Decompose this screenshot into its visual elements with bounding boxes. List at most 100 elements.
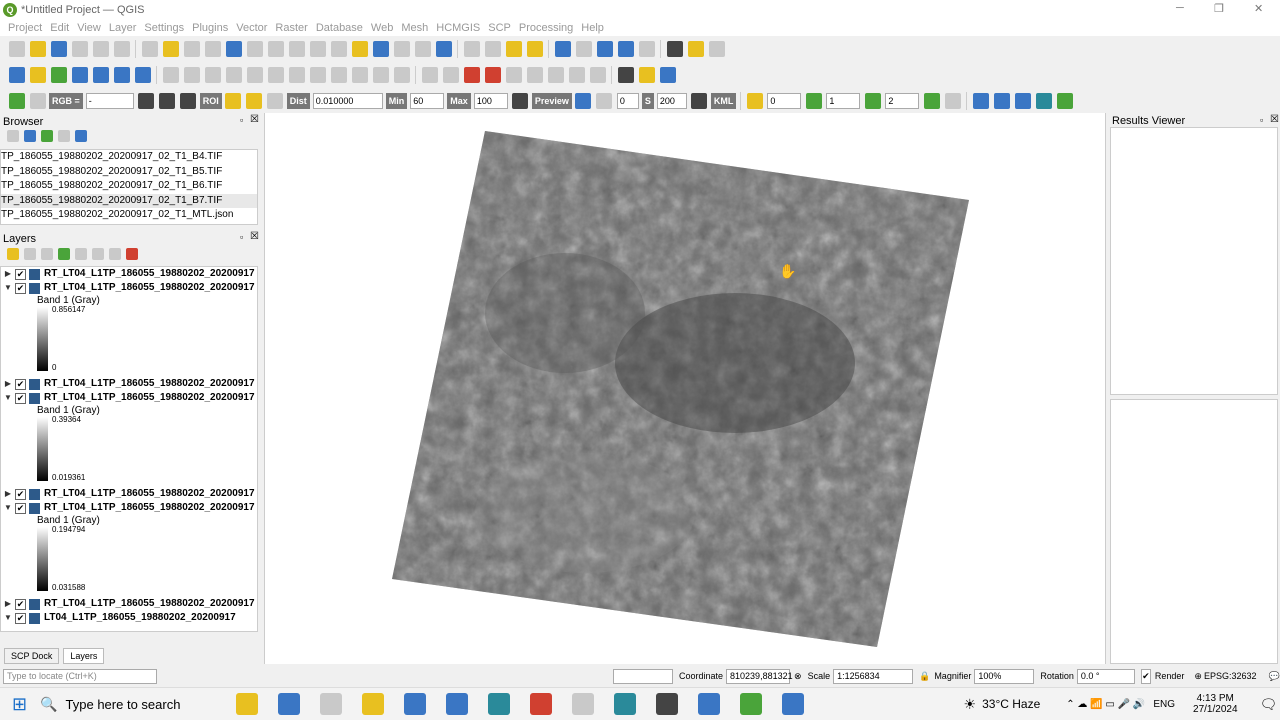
collapse-arrow-icon[interactable]: ▼ [1, 281, 15, 295]
browser-refresh-icon[interactable] [23, 130, 36, 142]
new-print-layout-icon[interactable] [71, 41, 88, 57]
menu-processing[interactable]: Processing [519, 22, 573, 34]
select-by-value-icon[interactable] [484, 41, 501, 57]
list-icon[interactable] [944, 93, 961, 109]
label-abc-icon[interactable] [484, 67, 501, 83]
collapse-arrow-icon[interactable]: ▼ [1, 391, 15, 405]
chrome-icon[interactable] [529, 693, 552, 715]
add-raster-icon[interactable] [92, 67, 109, 83]
table-icon[interactable] [746, 93, 763, 109]
toggle-editing-icon[interactable] [183, 67, 200, 83]
zoom-next-icon[interactable] [330, 41, 347, 57]
expand-arrow-icon[interactable]: ▶ [1, 487, 15, 501]
local-stretch-icon[interactable] [159, 93, 176, 109]
scp-zoom-input-icon[interactable] [29, 93, 46, 109]
globe-icon[interactable] [617, 67, 634, 83]
close-icon[interactable]: ✕ [1254, 2, 1263, 15]
menu-database[interactable]: Database [316, 22, 363, 34]
locate-input[interactable]: Type to locate (Ctrl+K) [3, 668, 157, 684]
minimize-icon[interactable]: ─ [1176, 2, 1184, 14]
collapse-arrow-icon[interactable]: ▼ [1, 501, 15, 515]
undo-icon[interactable] [372, 67, 389, 83]
menu-settings[interactable]: Settings [144, 22, 184, 34]
map-tips-icon[interactable] [687, 41, 704, 57]
next-band3-icon[interactable] [923, 93, 940, 109]
task-view-widget-icon[interactable] [235, 693, 258, 715]
roi-label[interactable]: ROI [199, 93, 222, 109]
digitize-icon[interactable] [225, 67, 242, 83]
mail-icon[interactable] [445, 693, 468, 715]
add-group-icon[interactable] [23, 248, 36, 260]
close-panel-icon[interactable]: ☒ [1270, 114, 1279, 125]
layer-checkbox[interactable]: ✔ [15, 392, 26, 404]
paste-features-icon[interactable] [351, 67, 368, 83]
temporal-controller-icon[interactable] [414, 41, 431, 57]
system-tray-icons[interactable]: ⌃ ☁ 📶 ▭ 🎤 🔊 [1066, 699, 1145, 710]
extent-icon[interactable]: ⊗ [794, 671, 802, 682]
label-show-icon[interactable] [568, 67, 585, 83]
redo-preview-icon[interactable] [596, 93, 613, 109]
scp-home-icon[interactable] [8, 93, 25, 109]
menu-web[interactable]: Web [371, 22, 393, 34]
new-map-view-icon[interactable] [351, 41, 368, 57]
layer-checkbox[interactable]: ✔ [15, 598, 26, 610]
qgis2-taskbar-icon[interactable] [739, 693, 762, 715]
grid-export-icon[interactable] [1035, 93, 1052, 109]
collapse-all-icon[interactable] [57, 130, 70, 142]
label-rotate-icon[interactable] [526, 67, 543, 83]
help-icon[interactable] [659, 67, 676, 83]
auto-roi-icon[interactable] [246, 93, 263, 109]
roi-cursor-icon[interactable] [267, 93, 284, 109]
html-export-icon[interactable] [1014, 93, 1031, 109]
add-selected-icon[interactable] [6, 130, 19, 142]
browser-item[interactable]: TP_186055_19880202_20200917_02_T1_MTL.js… [1, 208, 257, 223]
menu-raster[interactable]: Raster [275, 22, 307, 34]
manual-roi-icon[interactable] [225, 93, 242, 109]
layer-checkbox[interactable]: ✔ [15, 502, 26, 514]
cut-features-icon[interactable] [309, 67, 326, 83]
menu-scp[interactable]: SCP [488, 22, 511, 34]
s-input[interactable]: 200 [656, 93, 687, 109]
task-view-icon[interactable] [319, 693, 342, 715]
layer-checkbox[interactable]: ✔ [15, 268, 26, 280]
menu-plugins[interactable]: Plugins [192, 22, 228, 34]
remove-layer-icon[interactable] [125, 248, 138, 260]
float-panel-icon[interactable]: ▫ [1260, 115, 1263, 125]
map-canvas[interactable]: ✋ [264, 113, 1106, 664]
menu-layer[interactable]: Layer [109, 22, 137, 34]
layer-row[interactable]: ▼ ✔ LT04_L1TP_186055_19880202_20200917 [1, 611, 257, 625]
layer-row[interactable]: ▶ ✔ RT_LT04_L1TP_186055_19880202_20200917 [1, 487, 257, 501]
zoom-roi-icon[interactable] [180, 93, 197, 109]
zoom-native-icon[interactable] [288, 41, 305, 57]
pan-icon[interactable] [141, 41, 158, 57]
float-panel-icon[interactable]: ▫ [240, 232, 243, 242]
styling-icon[interactable] [6, 248, 19, 260]
min-input[interactable]: 60 [410, 93, 445, 109]
filter-icon[interactable] [40, 130, 53, 142]
layer-row[interactable]: ▼ ✔ RT_LT04_L1TP_186055_19880202_20200917 [1, 391, 257, 405]
kml-label[interactable]: KML [710, 93, 737, 109]
menu-vector[interactable]: Vector [236, 22, 267, 34]
browser-item[interactable]: TP_186055_19880202_20200917_02_T1_B4.TIF [1, 150, 257, 165]
zoom-selection-icon[interactable] [246, 41, 263, 57]
snipping-tool-icon[interactable] [571, 693, 594, 715]
layer-checkbox[interactable]: ✔ [15, 282, 26, 294]
zoom-in-icon[interactable] [183, 41, 200, 57]
new-geopackage-icon[interactable] [29, 67, 46, 83]
add-csv-icon[interactable] [113, 67, 130, 83]
float-panel-icon[interactable]: ▫ [240, 115, 243, 125]
clock[interactable]: 4:13 PM 27/1/2024 [1193, 693, 1238, 715]
render-checkbox[interactable]: ✔ [1140, 668, 1151, 684]
magnifier-input[interactable]: 100% [974, 668, 1035, 684]
notification-icon[interactable]: 🗨 [1260, 696, 1278, 713]
browser-item[interactable]: TP_186055_19880202_20200917_02_T1_B5.TIF [1, 165, 257, 180]
dist-input[interactable]: 0.010000 [312, 93, 383, 109]
layer-row[interactable]: ▼ ✔ RT_LT04_L1TP_186055_19880202_20200917 [1, 281, 257, 295]
rgb-select[interactable]: - [85, 93, 134, 109]
statistics-sigma-icon[interactable] [617, 41, 634, 57]
qgis-taskbar-icon[interactable] [613, 693, 636, 715]
expand-arrow-icon[interactable]: ▶ [1, 267, 15, 281]
select-features-icon[interactable] [463, 41, 480, 57]
rotation-input[interactable]: 0.0 ° [1076, 668, 1135, 684]
windows-start-icon[interactable]: ⊞ [12, 694, 27, 715]
